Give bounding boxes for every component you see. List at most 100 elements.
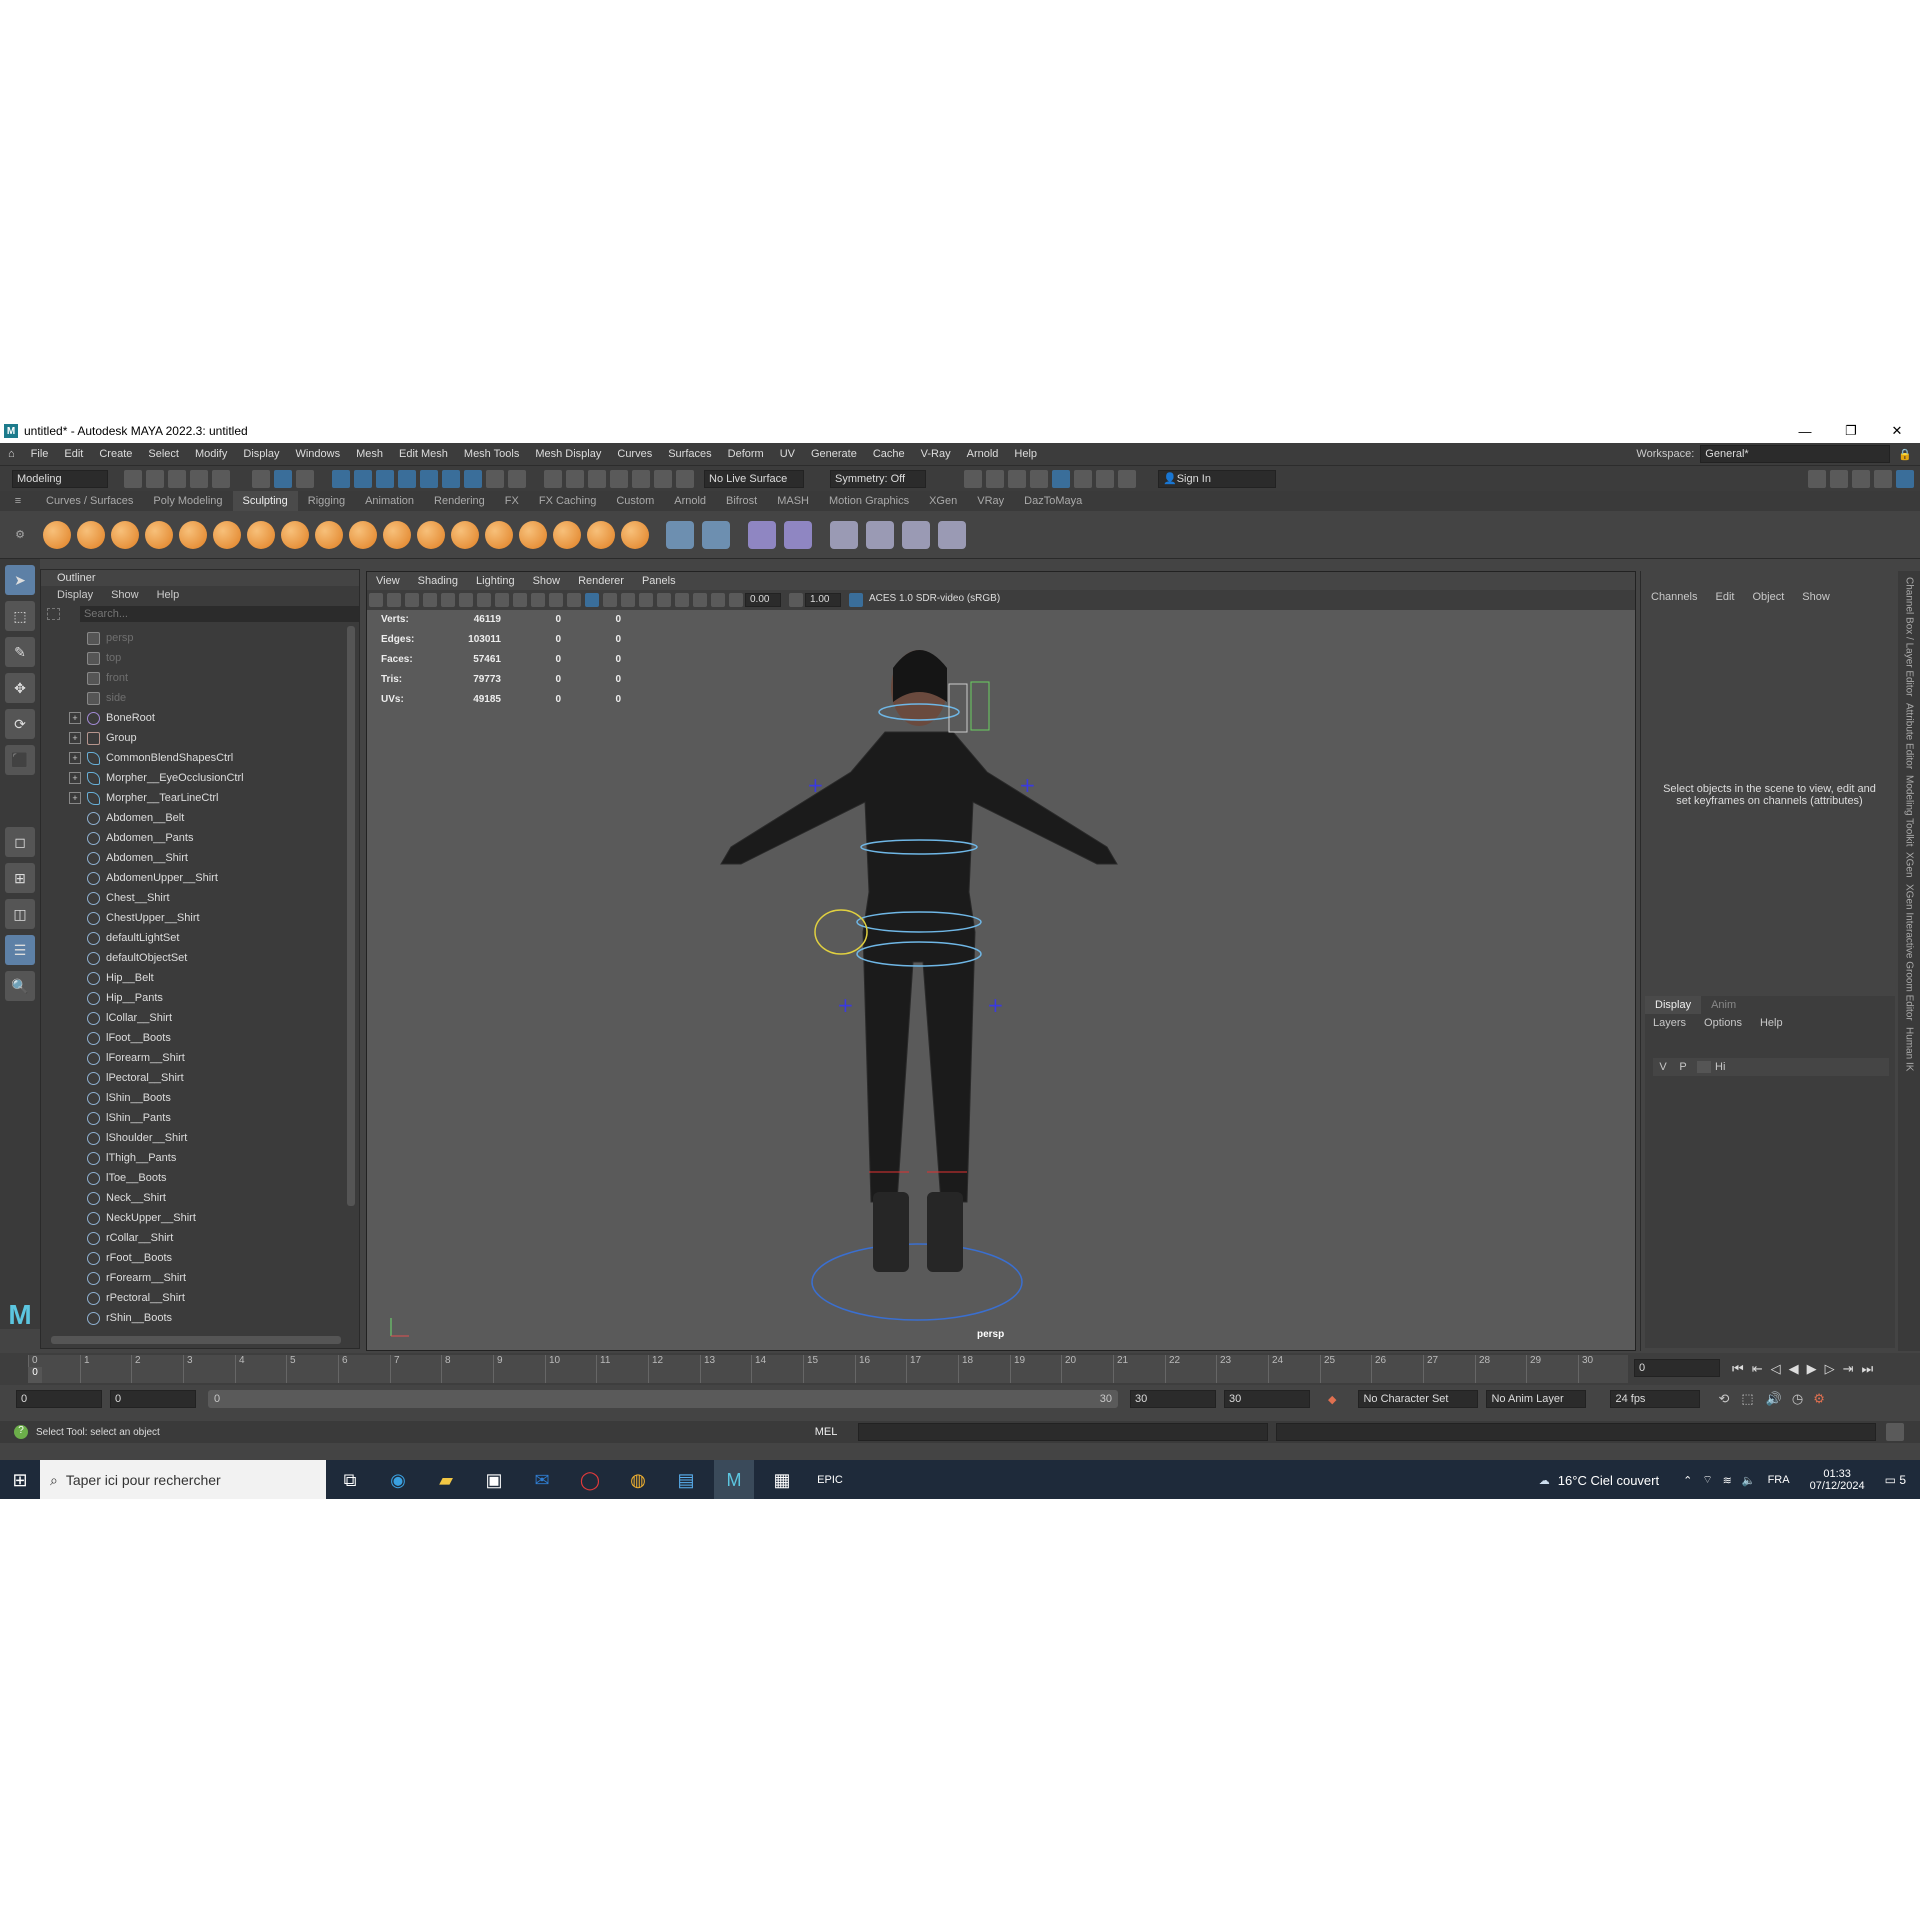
- pause-icon[interactable]: [1118, 469, 1136, 488]
- script-language-toggle[interactable]: MEL: [806, 1426, 846, 1438]
- wireframe-icon[interactable]: [567, 593, 581, 607]
- channel-menu-channels[interactable]: Channels: [1651, 591, 1697, 603]
- menu-generate[interactable]: Generate: [803, 448, 865, 460]
- paint-select-tool-icon[interactable]: ✎: [5, 637, 35, 667]
- pinch-brush-icon[interactable]: [179, 520, 207, 549]
- blend-shape-icon[interactable]: [748, 520, 776, 549]
- outliner-item[interactable]: front: [41, 668, 359, 688]
- viewport-menu-show[interactable]: Show: [524, 572, 570, 590]
- expand-icon[interactable]: +: [69, 732, 81, 744]
- exposure-field[interactable]: 0.00: [745, 593, 781, 607]
- outliner-item[interactable]: rCollar__Shirt: [41, 1228, 359, 1248]
- input-icon[interactable]: [588, 469, 606, 488]
- character-controls-icon[interactable]: [1830, 470, 1848, 488]
- channel-menu-object[interactable]: Object: [1752, 591, 1784, 603]
- shelf-tab-bifrost[interactable]: Bifrost: [716, 491, 767, 511]
- step-forward-key-icon[interactable]: ⇥: [1843, 1361, 1854, 1377]
- step-forward-frame-icon[interactable]: ▷: [1825, 1361, 1835, 1377]
- shelf-settings-icon[interactable]: ⚙: [0, 528, 40, 541]
- time-ruler[interactable]: 0 1 2 3 4 5 6 7 8 9 10 11 12 13 14 15 16 17 18 19 20 21 22 23 24…: [28, 1355, 1628, 1383]
- sculpt-brush-icon[interactable]: [43, 520, 71, 549]
- anim-layer-dropdown[interactable]: No Anim Layer: [1486, 1390, 1587, 1408]
- outliner-item[interactable]: top: [41, 648, 359, 668]
- image-plane-icon[interactable]: [405, 593, 419, 607]
- play-forwards-icon[interactable]: ▶: [1807, 1361, 1817, 1377]
- shelf-tab-vray[interactable]: VRay: [967, 491, 1014, 511]
- snap-grid-icon[interactable]: [332, 469, 350, 488]
- select-component-icon[interactable]: [296, 469, 314, 488]
- current-frame-field[interactable]: [1634, 1359, 1720, 1377]
- outliner-item[interactable]: Hip__Belt: [41, 968, 359, 988]
- outliner-item[interactable]: persp: [41, 628, 359, 648]
- tool-settings-icon[interactable]: [1874, 470, 1892, 488]
- layer-menu-options[interactable]: Options: [1704, 1017, 1742, 1029]
- scale-tool-icon[interactable]: ⬛: [5, 745, 35, 775]
- outliner-item[interactable]: defaultObjectSet: [41, 948, 359, 968]
- menu-mesh[interactable]: Mesh: [348, 448, 391, 460]
- texture-deformer-icon[interactable]: [830, 520, 858, 549]
- taskbar-search-box[interactable]: ⌕ Taper ici pour rechercher: [40, 1460, 326, 1499]
- side-tab-attribute-editor[interactable]: Attribute Editor: [1904, 703, 1915, 769]
- textured-icon[interactable]: [621, 593, 635, 607]
- shape-editor-icon[interactable]: [866, 520, 894, 549]
- outliner-item[interactable]: Abdomen__Belt: [41, 808, 359, 828]
- shelf-tab-poly-modeling[interactable]: Poly Modeling: [143, 491, 232, 511]
- viewport-menu-panels[interactable]: Panels: [633, 572, 685, 590]
- outliner-search-input[interactable]: [79, 606, 359, 622]
- desktop-app-icon[interactable]: ▦: [762, 1460, 802, 1499]
- viewport-panel[interactable]: View Shading Lighting Show Renderer Panels 0.…: [366, 571, 1636, 1351]
- highlight-icon[interactable]: [508, 469, 526, 488]
- select-hierarchy-icon[interactable]: [252, 469, 270, 488]
- restore-icon[interactable]: ❐: [1828, 423, 1874, 439]
- snap-plane-icon[interactable]: [442, 469, 460, 488]
- outliner-filter-icon[interactable]: [47, 608, 60, 620]
- channel-box-icon[interactable]: [1896, 470, 1914, 488]
- notification-badge[interactable]: ▭ 5: [1885, 1473, 1906, 1487]
- amplify-brush-icon[interactable]: [587, 520, 615, 549]
- lock-selection-icon[interactable]: [486, 469, 504, 488]
- outliner-hscrollbar[interactable]: [51, 1336, 341, 1344]
- menu-edit-mesh[interactable]: Edit Mesh: [391, 448, 456, 460]
- menu-help[interactable]: Help: [1006, 448, 1045, 460]
- ik-control-left-leg[interactable]: +: [837, 993, 854, 1017]
- language-indicator[interactable]: FRA: [1768, 1474, 1790, 1486]
- side-tab-xgen[interactable]: XGen: [1904, 852, 1915, 878]
- paint-icon[interactable]: [676, 469, 694, 488]
- channel-menu-edit[interactable]: Edit: [1715, 591, 1734, 603]
- 2d-pan-zoom-icon[interactable]: [423, 593, 437, 607]
- live-surface-dropdown[interactable]: No Live Surface: [704, 469, 804, 488]
- side-tab-human-ik[interactable]: Human IK: [1904, 1027, 1915, 1071]
- shelf-tab-fx[interactable]: FX: [495, 491, 529, 511]
- smear-brush-icon[interactable]: [519, 520, 547, 549]
- menu-mesh-tools[interactable]: Mesh Tools: [456, 448, 527, 460]
- grid-toggle-icon[interactable]: [459, 593, 473, 607]
- viewport-menu-renderer[interactable]: Renderer: [569, 572, 633, 590]
- ik-control-right-leg[interactable]: +: [987, 993, 1004, 1017]
- grab-brush-icon[interactable]: [145, 520, 173, 549]
- viewport-menu-lighting[interactable]: Lighting: [467, 572, 524, 590]
- shadows-icon[interactable]: [657, 593, 671, 607]
- menu-modify[interactable]: Modify: [187, 448, 235, 460]
- outliner-layout-icon[interactable]: ☰: [5, 935, 35, 965]
- menu-edit[interactable]: Edit: [56, 448, 91, 460]
- side-tab-xgen-interactive-groom-editor[interactable]: XGen Interactive Groom Editor: [1904, 884, 1915, 1021]
- file-explorer-icon[interactable]: ▰: [426, 1460, 466, 1499]
- eraser-icon[interactable]: [938, 520, 966, 549]
- ik-control-left-arm[interactable]: +: [807, 773, 824, 797]
- snap-curve-icon[interactable]: [354, 469, 372, 488]
- xray-icon[interactable]: [711, 593, 725, 607]
- save-scene-icon[interactable]: [168, 469, 186, 488]
- auto-key-icon[interactable]: ◆: [1328, 1393, 1336, 1406]
- layer-menu-layers[interactable]: Layers: [1653, 1017, 1686, 1029]
- minimize-icon[interactable]: —: [1782, 424, 1828, 439]
- animation-preferences-icon[interactable]: ⚙: [1813, 1391, 1825, 1407]
- key-icon[interactable]: ⬚: [1741, 1391, 1753, 1407]
- move-tool-icon[interactable]: ✥: [5, 673, 35, 703]
- shelf-tab-xgen[interactable]: XGen: [919, 491, 967, 511]
- resolution-gate-icon[interactable]: [495, 593, 509, 607]
- menu-deform[interactable]: Deform: [720, 448, 772, 460]
- outliner-item[interactable]: rForearm__Shirt: [41, 1268, 359, 1288]
- go-to-start-icon[interactable]: ⏮: [1732, 1361, 1744, 1377]
- scene-end-field[interactable]: [1224, 1390, 1310, 1408]
- lasso-icon[interactable]: [654, 469, 672, 488]
